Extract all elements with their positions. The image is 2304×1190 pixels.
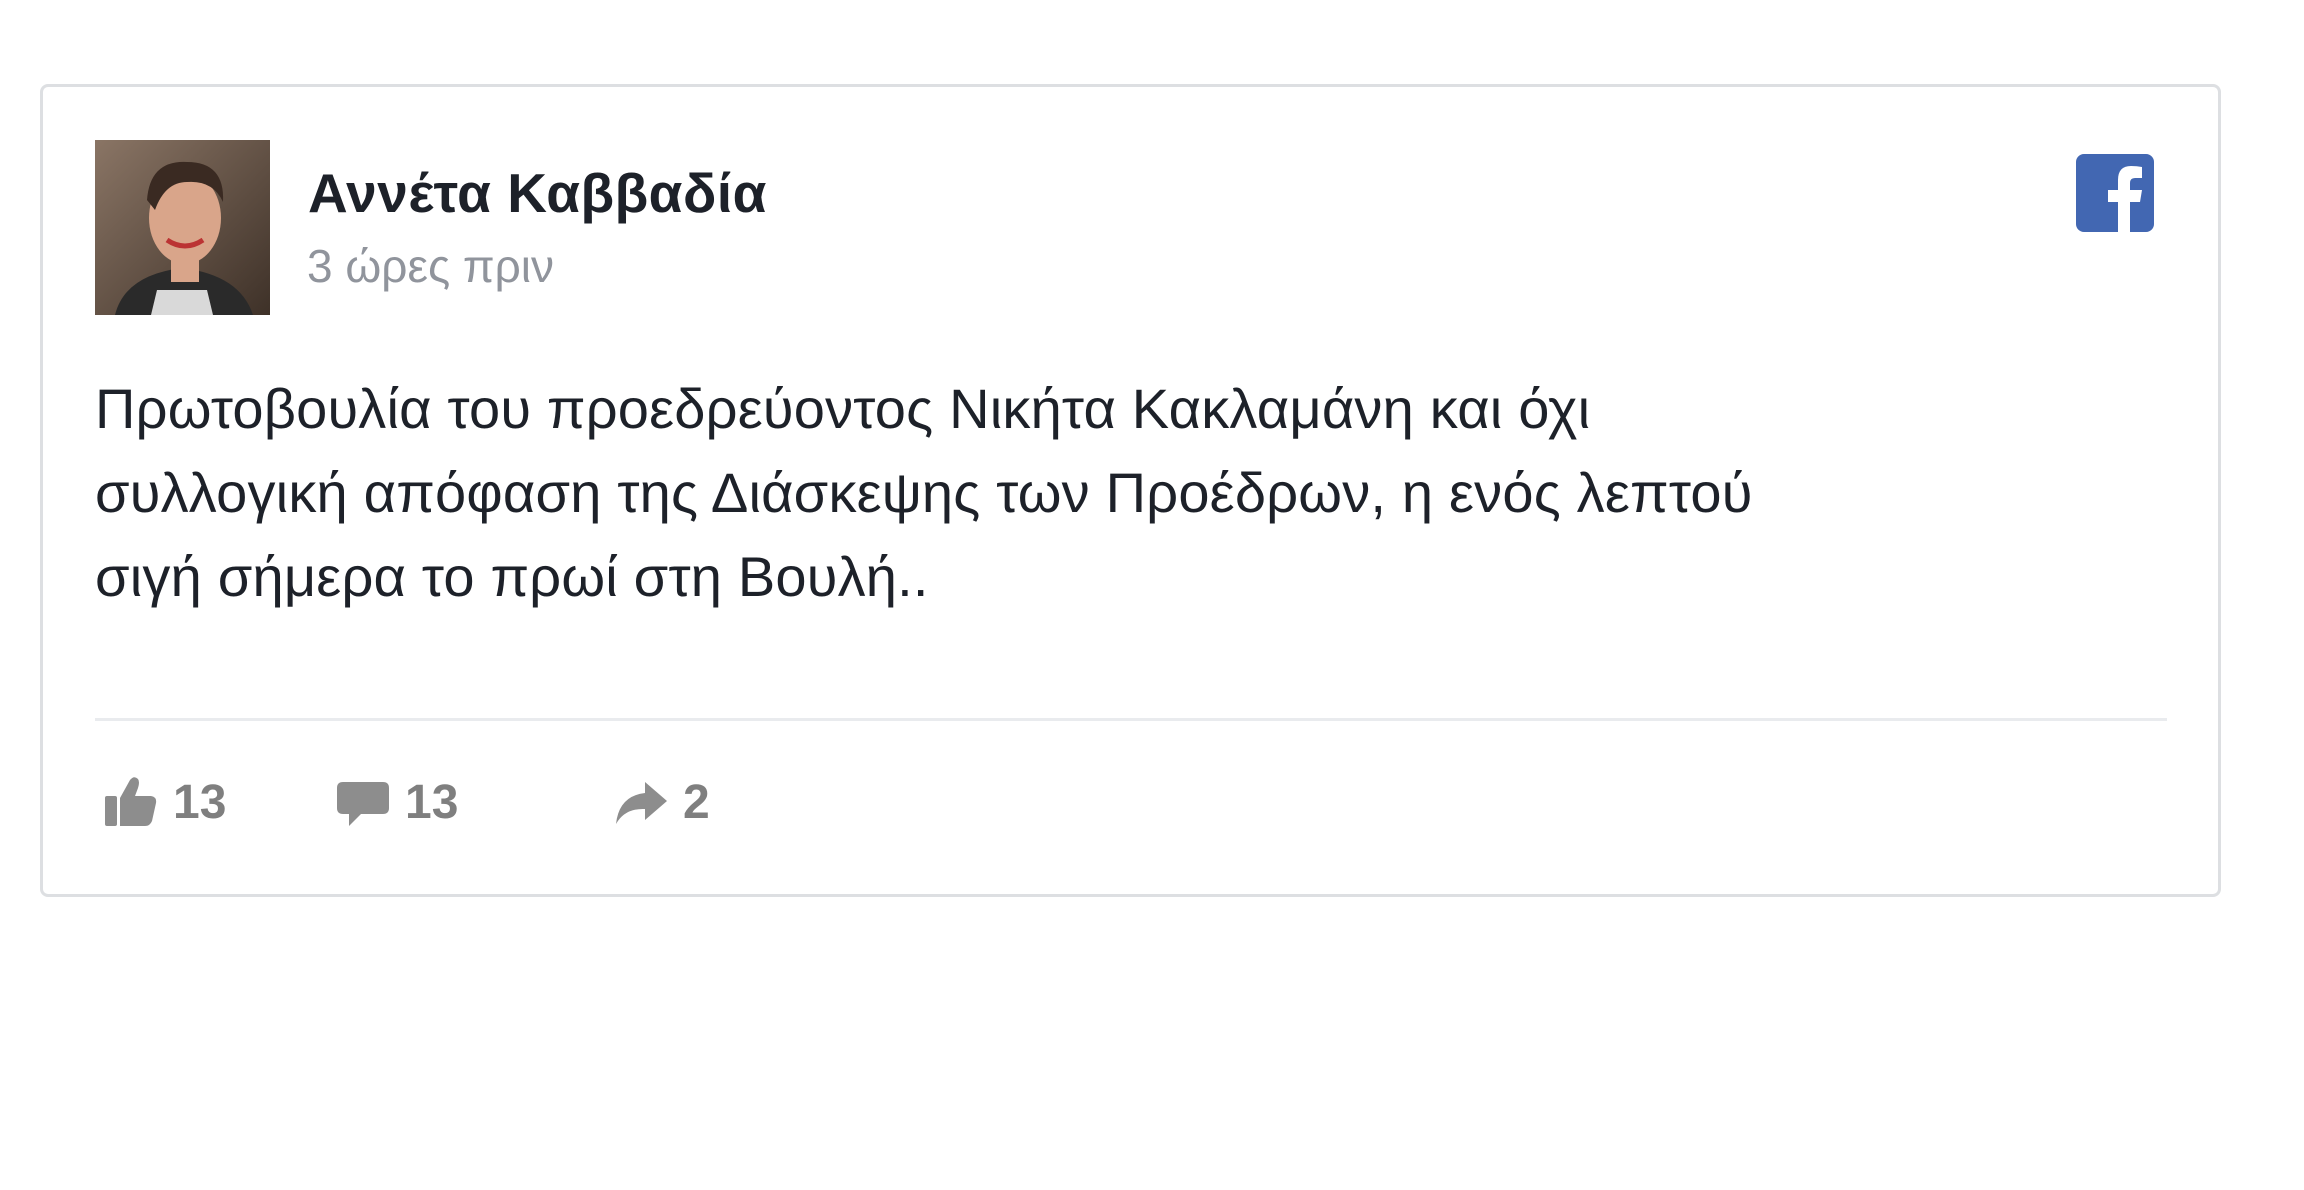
share-action[interactable]: 2 xyxy=(613,767,710,837)
comment-icon xyxy=(337,782,389,826)
author-name[interactable]: Αννέτα Καββαδία xyxy=(308,161,767,225)
like-action[interactable]: 13 xyxy=(103,767,226,837)
post-body-line: σιγή σήμερα το πρωί στη Βουλή.. xyxy=(95,545,929,608)
comment-count: 13 xyxy=(405,775,459,829)
post-body: Πρωτοβουλία του προεδρεύοντος Νικήτα Κακ… xyxy=(95,367,2155,619)
post-body-line: συλλογική απόφαση της Διάσκεψης των Προέ… xyxy=(95,461,1753,524)
comment-action[interactable]: 13 xyxy=(335,767,458,837)
divider xyxy=(95,718,2167,721)
share-icon xyxy=(616,782,667,824)
like-count: 13 xyxy=(173,775,227,829)
thumbs-up-icon xyxy=(105,777,157,826)
facebook-icon[interactable] xyxy=(2076,154,2154,232)
share-count: 2 xyxy=(683,775,710,829)
post-body-line: Πρωτοβουλία του προεδρεύοντος Νικήτα Κακ… xyxy=(95,377,1591,440)
avatar-image xyxy=(95,140,270,315)
author-avatar[interactable] xyxy=(95,140,270,315)
facebook-post-card: Αννέτα Καββαδία 3 ώρες πριν Πρωτοβουλία … xyxy=(40,84,2221,897)
post-timestamp[interactable]: 3 ώρες πριν xyxy=(307,239,554,293)
